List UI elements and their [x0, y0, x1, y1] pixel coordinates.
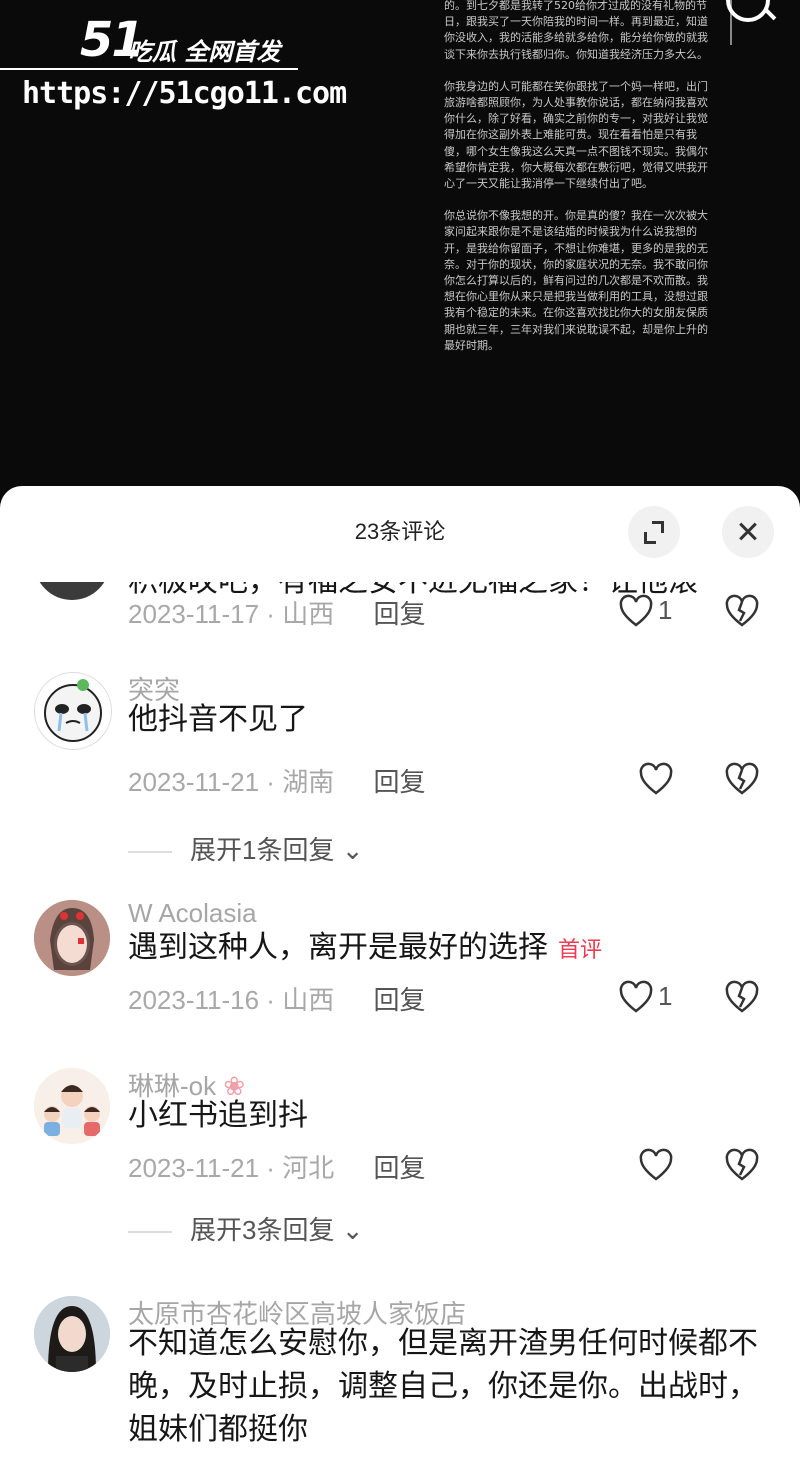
- comments-sheet: 23条评论 积极叹吧，有福之安不进无福之家！让他滚 2023-11-17 · 山…: [0, 486, 800, 1458]
- watermark-title: 吃瓜 全网首发: [128, 38, 281, 66]
- expand-replies-label: 展开3条回复: [190, 1215, 335, 1245]
- expand-replies[interactable]: 展开3条回复 ⌄: [128, 1210, 364, 1247]
- heart-icon[interactable]: [618, 980, 654, 1016]
- avatar[interactable]: [34, 1068, 110, 1144]
- comment-date: 2023-11-16: [128, 985, 260, 1015]
- expand-button[interactable]: [628, 506, 680, 558]
- first-comment-badge: 首评: [558, 937, 603, 962]
- expand-replies-label: 展开1条回复: [190, 835, 335, 865]
- comment-meta: 2023-11-17 · 山西 回复: [128, 599, 426, 629]
- watermark: 51 吃瓜 全网首发 https://51cgo11.com: [0, 6, 347, 116]
- reply-button[interactable]: 回复: [373, 985, 425, 1015]
- comment-location: 河北: [282, 1153, 335, 1183]
- comment-meta: 2023-11-21 · 湖南 回复: [128, 767, 426, 797]
- comment-meta: 2023-11-21 · 河北 回复: [128, 1153, 426, 1183]
- story-paragraph: 你我身边的人可能都在笑你跟找了一个妈一样吧，出门旅游啥都照顾你，为人处事教你说话…: [444, 79, 708, 191]
- broken-heart-icon[interactable]: [724, 594, 760, 630]
- comment-location: 湖南: [282, 767, 335, 797]
- heart-icon[interactable]: [638, 1148, 674, 1184]
- chevron-down-icon: ⌄: [341, 1215, 364, 1245]
- comment-meta: 2023-11-16 · 山西 回复: [128, 985, 426, 1015]
- comment-text: 不知道怎么安慰你，但是离开渣男任何时候都不晚，及时止损，调整自己，你还是你。出战…: [128, 1327, 758, 1446]
- comment-date: 2023-11-17: [128, 599, 260, 629]
- broken-heart-icon[interactable]: [724, 980, 760, 1016]
- like-count: 1: [658, 981, 673, 1011]
- comment-text: 遇到这种人，离开是最好的选择 首评: [128, 926, 768, 969]
- heart-icon[interactable]: [618, 594, 654, 630]
- comment-location: 山西: [282, 985, 335, 1015]
- avatar[interactable]: [34, 582, 110, 600]
- comment-username[interactable]: W Acolasia: [128, 898, 257, 929]
- comments-count-title: 23条评论: [354, 519, 446, 544]
- watermark-line: [0, 68, 298, 70]
- watermark-url: https://51cgo11.com: [22, 76, 347, 111]
- comment-location: 山西: [282, 599, 335, 629]
- heart-icon[interactable]: [638, 762, 674, 798]
- expand-replies[interactable]: 展开1条回复 ⌄: [128, 830, 364, 867]
- chevron-down-icon: ⌄: [341, 835, 364, 865]
- broken-heart-icon[interactable]: [724, 762, 760, 798]
- comment-text: 他抖音不见了: [128, 703, 308, 736]
- post-image-text: 的。到七夕都是我转了520给你才过成的没有礼物的节日，跟我买了一天你陪我的时间一…: [444, 0, 708, 370]
- story-paragraph: 你总说你不像我想的开。你是真的傻？我在一次次被大家问起来跟你是不是该结婚的时候我…: [444, 209, 708, 352]
- reply-button[interactable]: 回复: [373, 1153, 425, 1183]
- story-paragraph: 的。到七夕都是我转了520给你才过成的没有礼物的节日，跟我买了一天你陪我的时间一…: [444, 0, 708, 61]
- background-post: 51 吃瓜 全网首发 https://51cgo11.com 的。到七夕都是我转…: [0, 0, 800, 500]
- search-icon[interactable]: [726, 0, 770, 22]
- comment-text: 小红书追到抖: [128, 1099, 308, 1132]
- close-button[interactable]: [722, 506, 774, 558]
- comment-date: 2023-11-21: [128, 767, 260, 797]
- reply-button[interactable]: 回复: [373, 599, 425, 629]
- comment-date: 2023-11-21: [128, 1153, 260, 1183]
- avatar[interactable]: [34, 900, 110, 976]
- comment-text-body: 遇到这种人，离开是最好的选择: [128, 931, 548, 964]
- broken-heart-icon[interactable]: [724, 1148, 760, 1184]
- avatar[interactable]: [34, 1296, 110, 1372]
- like-count: 1: [658, 595, 673, 625]
- reply-button[interactable]: 回复: [373, 767, 425, 797]
- avatar[interactable]: [34, 672, 112, 750]
